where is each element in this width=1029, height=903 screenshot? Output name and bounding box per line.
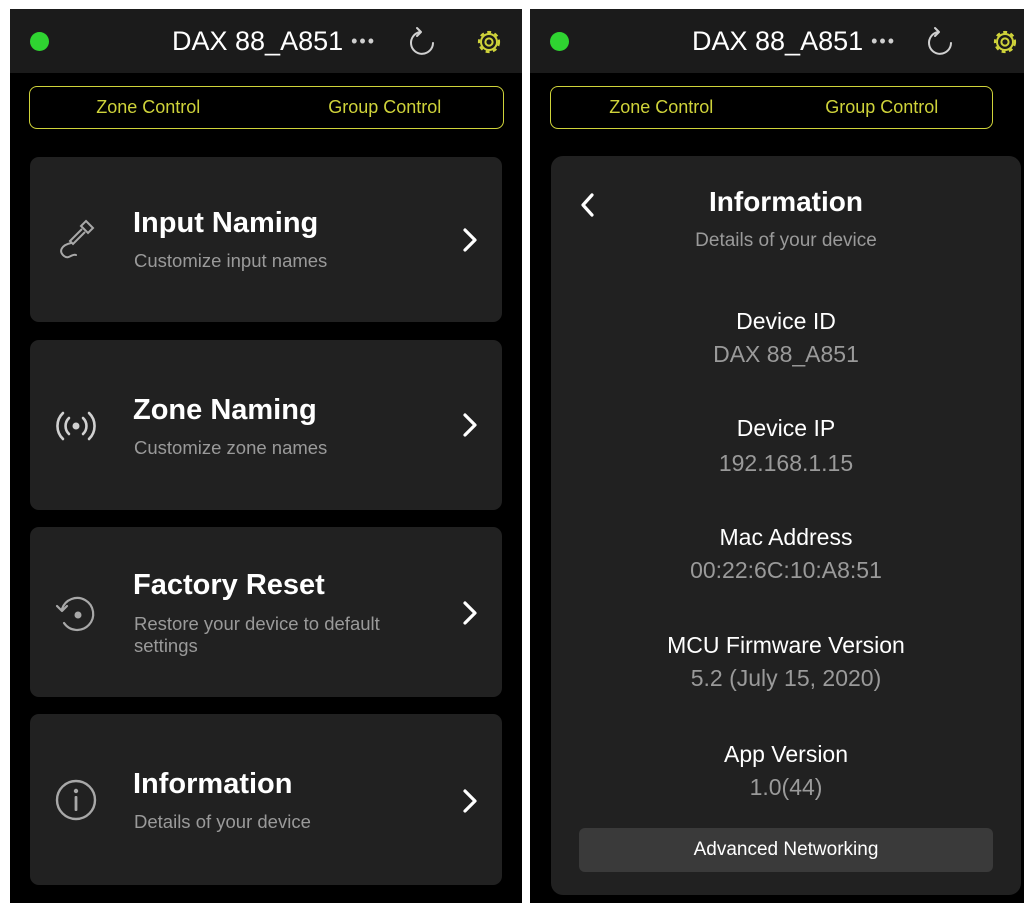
header-bar: DAX 88_A851 ••• bbox=[530, 9, 1024, 73]
information-screen: DAX 88_A851 ••• Zone Control Group Contr… bbox=[530, 9, 1024, 903]
advanced-networking-button[interactable]: Advanced Networking bbox=[579, 828, 993, 872]
chevron-right-icon bbox=[458, 408, 482, 442]
device-name: DAX 88_A851 bbox=[692, 25, 864, 56]
broadcast-icon bbox=[52, 402, 100, 450]
field-label: Mac Address bbox=[719, 524, 853, 550]
device-selector[interactable]: DAX 88_A851 ••• bbox=[172, 23, 376, 59]
settings-screen: DAX 88_A851 ••• Zone Control Group Contr… bbox=[10, 9, 522, 903]
tab-zone-control[interactable]: Zone Control bbox=[551, 87, 772, 128]
refresh-icon[interactable] bbox=[406, 25, 440, 59]
refresh-icon[interactable] bbox=[924, 25, 958, 59]
menu-item-title: Information bbox=[133, 768, 293, 800]
field-value: 1.0(44) bbox=[749, 774, 823, 800]
header-bar: DAX 88_A851 ••• bbox=[10, 9, 522, 73]
status-dot-icon bbox=[550, 32, 569, 51]
chevron-right-icon bbox=[458, 596, 482, 630]
chevron-right-icon bbox=[458, 784, 482, 818]
chevron-right-icon bbox=[458, 223, 482, 257]
menu-item-subtitle: Customize zone names bbox=[134, 437, 328, 458]
field-label: Device ID bbox=[736, 308, 836, 334]
field-value: 5.2 (July 15, 2020) bbox=[690, 665, 882, 691]
field-label: MCU Firmware Version bbox=[667, 632, 905, 658]
device-selector[interactable]: DAX 88_A851 ••• bbox=[692, 23, 896, 59]
page-title: Information bbox=[709, 186, 863, 217]
audio-cable-icon bbox=[52, 215, 100, 263]
field-label: App Version bbox=[723, 741, 849, 767]
gear-icon[interactable] bbox=[988, 25, 1022, 59]
menu-item-information[interactable]: Information Details of your device bbox=[30, 714, 502, 885]
menu-item-title: Factory Reset bbox=[133, 569, 325, 601]
field-value: DAX 88_A851 bbox=[713, 341, 859, 367]
field-value: 00:22:6C:10:A8:51 bbox=[690, 557, 882, 583]
control-segmented: Zone Control Group Control bbox=[550, 86, 993, 129]
gear-icon[interactable] bbox=[472, 25, 506, 59]
reset-icon bbox=[52, 589, 100, 637]
field-label: Device IP bbox=[736, 415, 836, 441]
tab-zone-control[interactable]: Zone Control bbox=[30, 87, 267, 128]
status-dot-icon bbox=[30, 32, 49, 51]
device-name: DAX 88_A851 bbox=[172, 25, 344, 56]
field-value: 192.168.1.15 bbox=[718, 450, 854, 476]
menu-item-factory-reset[interactable]: Factory Reset Restore your device to def… bbox=[30, 527, 502, 697]
menu-item-subtitle: Restore your device to default settings bbox=[134, 613, 380, 656]
page-subtitle: Details of your device bbox=[695, 230, 877, 251]
more-dots-icon: ••• bbox=[351, 30, 377, 51]
menu-item-subtitle: Details of your device bbox=[134, 811, 311, 832]
control-segmented: Zone Control Group Control bbox=[29, 86, 504, 129]
menu-item-title: Zone Naming bbox=[133, 394, 317, 426]
menu-item-subtitle: Customize input names bbox=[134, 250, 328, 271]
tab-group-control[interactable]: Group Control bbox=[772, 87, 993, 128]
info-icon bbox=[52, 776, 100, 824]
menu-item-zone-naming[interactable]: Zone Naming Customize zone names bbox=[30, 340, 502, 510]
menu-item-title: Input Naming bbox=[133, 207, 319, 239]
information-panel: Information Details of your device Devic… bbox=[551, 156, 1021, 895]
more-dots-icon: ••• bbox=[871, 30, 897, 51]
tab-group-control[interactable]: Group Control bbox=[267, 87, 504, 128]
menu-item-input-naming[interactable]: Input Naming Customize input names bbox=[30, 157, 502, 322]
